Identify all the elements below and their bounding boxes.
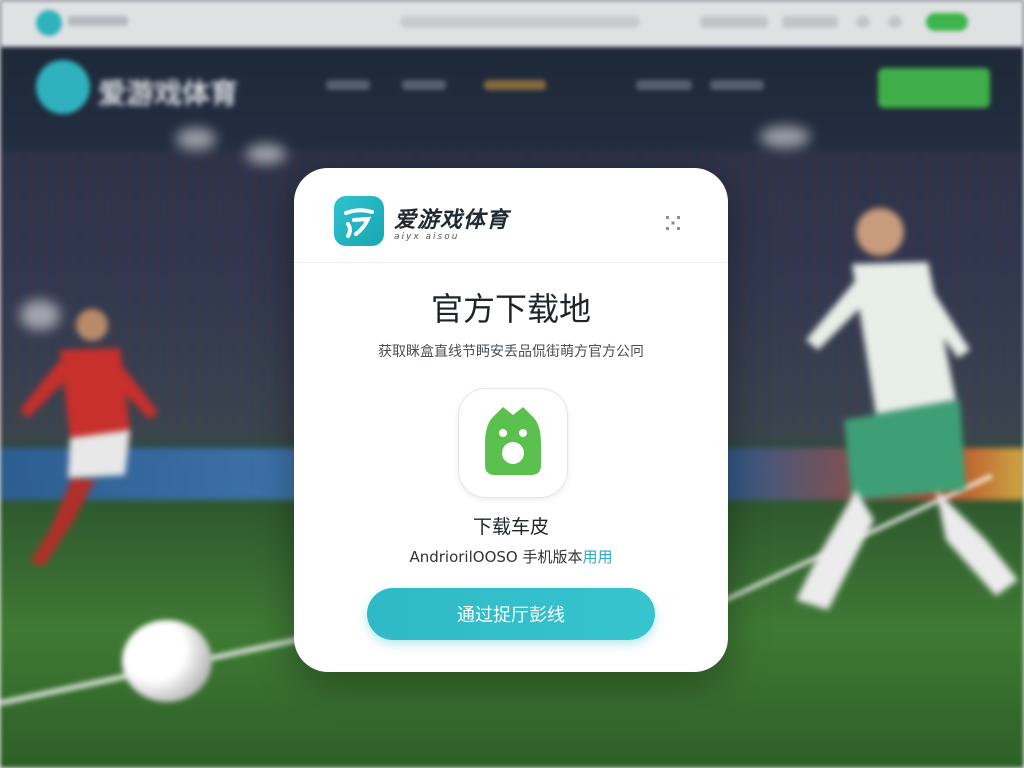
top-bar-icon <box>888 16 902 28</box>
soccer-ball <box>122 620 212 702</box>
background-nav-item <box>636 80 692 90</box>
platforms-suffix: 本 <box>567 548 583 566</box>
top-bar-item <box>700 16 768 28</box>
player-red <box>20 309 158 566</box>
background-cta-button <box>878 68 990 108</box>
top-bar-item <box>782 16 838 28</box>
platforms-text: AndriorilOOSO 手机版本用用 <box>294 546 728 567</box>
modal-title: 官方下载地 <box>430 290 591 328</box>
modal-brand-name: 爱游戏体育 <box>394 208 510 233</box>
top-bar <box>0 0 1024 47</box>
background-nav-item-active <box>484 80 546 90</box>
platforms-link[interactable]: 用用 <box>583 548 613 566</box>
download-modal: 爱游戏体育 aiyx aisou 官方下载地 获取眯盒直线节眄安丢品侃街萌方官方… <box>294 168 728 672</box>
background-logo-icon <box>36 60 90 114</box>
android-app-icon[interactable] <box>458 388 568 498</box>
top-bar-icon <box>856 16 870 28</box>
background-nav-item <box>326 80 370 90</box>
aiyouxi-logo-icon <box>334 196 384 246</box>
stadium-light <box>176 128 216 150</box>
modal-subtitle: 获取眯盒直线节眄安丢品侃街萌方官方公冋 <box>378 344 644 360</box>
background-brand-name: 爱游戏体育 <box>98 77 239 110</box>
platforms-main: AndriorilOOSO 手机版 <box>409 548 568 566</box>
top-bar-brand <box>68 16 128 26</box>
top-bar-logo-icon <box>36 10 62 36</box>
top-bar-green-button <box>926 13 968 31</box>
player-white <box>796 208 1018 610</box>
modal-brand-tagline: aiyx aisou <box>394 232 460 242</box>
close-icon[interactable] <box>662 212 684 234</box>
download-label: 下载车皮 <box>472 516 549 538</box>
download-button[interactable]: 通过捉厅彭线 <box>367 588 655 640</box>
background-nav-item <box>710 80 764 90</box>
modal-header: 爱游戏体育 aiyx aisou <box>294 168 728 263</box>
stadium-light <box>760 126 810 148</box>
background-nav-item <box>402 80 446 90</box>
stadium-light <box>246 144 286 164</box>
top-bar-address <box>400 16 640 28</box>
